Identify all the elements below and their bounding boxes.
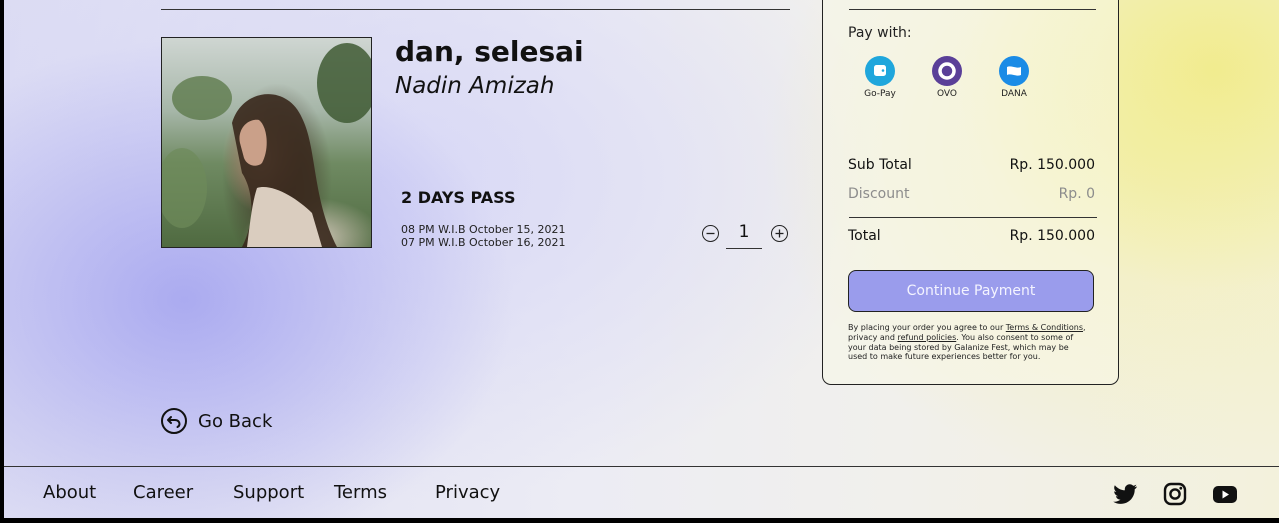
decrease-quantity-button[interactable] [702, 225, 719, 242]
discount-label: Discount [848, 186, 910, 202]
divider [849, 9, 1096, 10]
twitter-icon[interactable] [1111, 480, 1139, 508]
continue-payment-button[interactable]: Continue Payment [848, 270, 1094, 312]
footer-link-terms[interactable]: Terms [334, 482, 387, 503]
payment-option-label: DANA [1001, 89, 1027, 99]
legal-text: By placing your order you agree to our [848, 323, 1006, 332]
artist-name: Nadin Amizah [395, 73, 555, 99]
ovo-ring-icon [932, 56, 962, 86]
dana-wallet-icon [999, 56, 1029, 86]
song-title: dan, selesai [395, 35, 584, 68]
go-back-label: Go Back [198, 410, 273, 432]
payment-option-gopay[interactable]: Go-Pay [855, 56, 905, 99]
discount-value: Rp. 0 [1058, 186, 1095, 202]
youtube-icon[interactable] [1211, 480, 1239, 508]
legal-notice: By placing your order you agree to our T… [848, 323, 1088, 362]
subtotal-label: Sub Total [848, 157, 912, 173]
subtotal-value: Rp. 150.000 [1009, 157, 1095, 173]
increase-quantity-button[interactable] [771, 225, 788, 242]
footer-link-privacy[interactable]: Privacy [435, 482, 500, 503]
quantity-value[interactable]: 1 [726, 222, 762, 242]
payment-option-label: Go-Pay [864, 89, 896, 99]
window-edge [0, 0, 4, 523]
footer-link-about[interactable]: About [43, 482, 96, 503]
pay-with-label: Pay with: [848, 25, 912, 41]
minus-icon [706, 232, 715, 235]
instagram-icon[interactable] [1161, 480, 1189, 508]
go-back-button[interactable]: Go Back [161, 408, 272, 434]
window-edge [0, 518, 1279, 523]
payment-option-dana[interactable]: DANA [989, 56, 1039, 99]
payment-option-ovo[interactable]: OVO [922, 56, 972, 99]
event-date-2: 07 PM W.I.B October 16, 2021 [401, 236, 566, 249]
refund-policies-link[interactable]: refund policies [898, 333, 957, 342]
pass-name: 2 DAYS PASS [401, 188, 516, 207]
event-date-1: 08 PM W.I.B October 15, 2021 [401, 223, 566, 236]
footer-link-support[interactable]: Support [233, 482, 304, 503]
back-arrow-circle-icon [161, 408, 187, 434]
terms-conditions-link[interactable]: Terms & Conditions [1006, 323, 1083, 332]
divider [849, 217, 1097, 218]
total-label: Total [848, 228, 881, 244]
payment-option-label: OVO [936, 89, 957, 99]
total-value: Rp. 150.000 [1009, 228, 1095, 244]
checkout-page: dan, selesai Nadin Amizah 2 DAYS PASS 08… [4, 0, 1279, 518]
gopay-wallet-icon [865, 56, 895, 86]
quantity-underline [726, 248, 762, 249]
footer-link-career[interactable]: Career [133, 482, 193, 503]
divider [161, 9, 790, 10]
footer-divider [4, 466, 1279, 467]
payment-panel: Pay with: Go-Pay OVO DANA Sub Total Rp. … [822, 0, 1119, 385]
plus-icon [775, 229, 784, 238]
album-cover-image [161, 37, 372, 248]
